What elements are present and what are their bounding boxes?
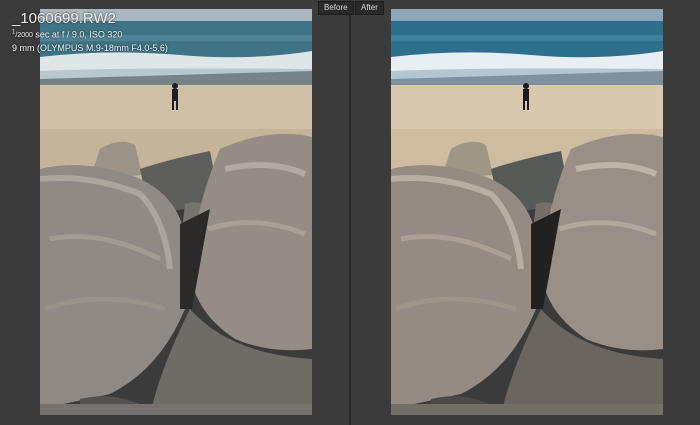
before-label: Before: [318, 1, 354, 15]
after-beach-image: [391, 9, 663, 415]
after-photo[interactable]: [391, 9, 663, 415]
photo-filename: _1060699.RW2: [12, 10, 116, 27]
lens-info: 9 mm (OLYMPUS M.9-18mm F4.0-5.6): [12, 43, 168, 54]
exposure-details: sec at f / 9.0, ISO 320: [35, 29, 123, 40]
shutter-numerator: 1: [12, 30, 16, 36]
shutter-denominator: 2000: [17, 32, 33, 40]
shutter-fraction: 1/2000: [12, 30, 33, 40]
before-photo[interactable]: [40, 9, 312, 415]
photo-info-overlay: _1060699.RW2 1/2000 sec at f / 9.0, ISO …: [12, 10, 168, 54]
after-label: After: [355, 1, 384, 15]
exposure-info: 1/2000 sec at f / 9.0, ISO 320: [12, 27, 168, 42]
before-beach-image: [40, 9, 312, 415]
